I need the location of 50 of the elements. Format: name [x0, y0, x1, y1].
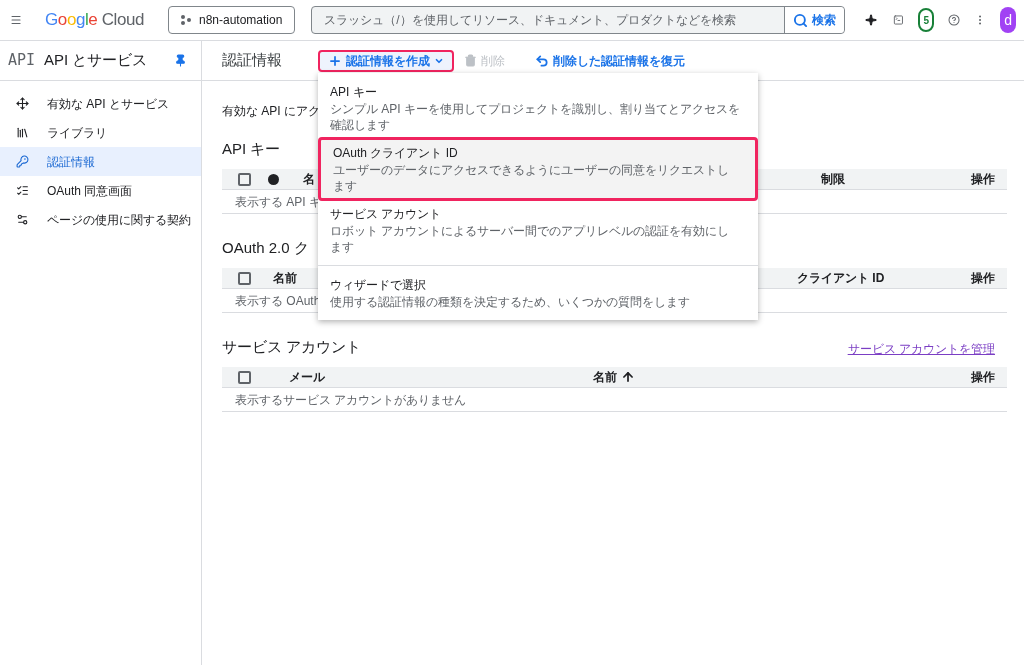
sidebar-title: API とサービス [44, 50, 148, 71]
sidebar-item[interactable]: 認証情報 [0, 147, 201, 176]
column-header: クライアント ID [797, 271, 885, 285]
section-title: OAuth 2.0 ク [222, 237, 309, 258]
avatar[interactable]: d [1000, 7, 1017, 33]
trash-icon [464, 54, 477, 67]
api-label: API [8, 50, 36, 72]
search-field[interactable]: スラッシュ（/）を使用してリソース、ドキュメント、プロダクトなどを検索 検索 [311, 6, 846, 34]
plus-icon [328, 53, 342, 68]
empty-message: 表示するサービス アカウントがありません [235, 391, 467, 409]
notification-count[interactable]: 5 [918, 8, 935, 32]
create-credentials-button[interactable]: 認証情報を作成 [318, 49, 454, 72]
sidebar-item[interactable]: OAuth 同意画面 [0, 176, 201, 205]
checkbox[interactable] [238, 271, 251, 285]
sliders-icon [16, 213, 29, 226]
column-header: メール [289, 370, 325, 384]
sidebar-item[interactable]: ページの使用に関する契約 [0, 205, 201, 234]
column-header: 制限 [821, 172, 845, 186]
project-dots-icon [180, 15, 191, 25]
google-cloud-logo[interactable]: Google Cloud [45, 7, 144, 33]
checkbox[interactable] [238, 172, 251, 186]
project-picker[interactable]: n8n-automation [167, 6, 296, 34]
column-header: 操作 [971, 172, 995, 186]
column-header: 名前 [273, 271, 297, 285]
move-icon [16, 97, 29, 110]
checklist-icon [16, 184, 29, 197]
menu-item[interactable]: OAuth クライアント ID ユーザーのデータにアクセスできるようにユーザーの同意をリクエストします [318, 137, 758, 201]
menu-item[interactable]: サービス アカウント ロボット アカウントによるサーバー間でのアプリレベルの認証を有効にします [318, 201, 758, 259]
column-header[interactable]: 名前 [593, 368, 635, 386]
sidebar-item[interactable]: ライブラリ [0, 118, 201, 147]
column-header: 名 [303, 172, 315, 186]
page-title: 認証情報 [222, 50, 282, 71]
menu-item[interactable]: API キー シンプル API キーを使用してプロジェクトを識別し、割り当てとアクセスを確認します [318, 79, 758, 137]
search-button[interactable]: 検索 [784, 7, 845, 33]
sidebar-item[interactable]: 有効な API とサービス [0, 89, 201, 118]
undo-icon [535, 53, 549, 68]
manage-link[interactable]: サービス アカウントを管理 [847, 340, 995, 358]
library-icon [16, 126, 29, 139]
restore-link[interactable]: 削除した認証情報を復元 [535, 51, 685, 70]
column-header: 操作 [971, 271, 995, 285]
section-title: サービス アカウント [222, 336, 362, 357]
empty-message: 表示する API キ [235, 193, 321, 211]
checkbox[interactable] [238, 370, 251, 384]
search-icon [793, 12, 809, 28]
intro-text: 有効な API にアク [222, 103, 320, 120]
section-title: API キー [222, 138, 281, 159]
column-header: 操作 [971, 370, 995, 384]
pin-icon[interactable] [174, 54, 187, 67]
key-icon [16, 155, 29, 168]
menu-item[interactable]: ウィザードで選択 使用する認証情報の種類を決定するため、いくつかの質問をします [318, 272, 758, 314]
